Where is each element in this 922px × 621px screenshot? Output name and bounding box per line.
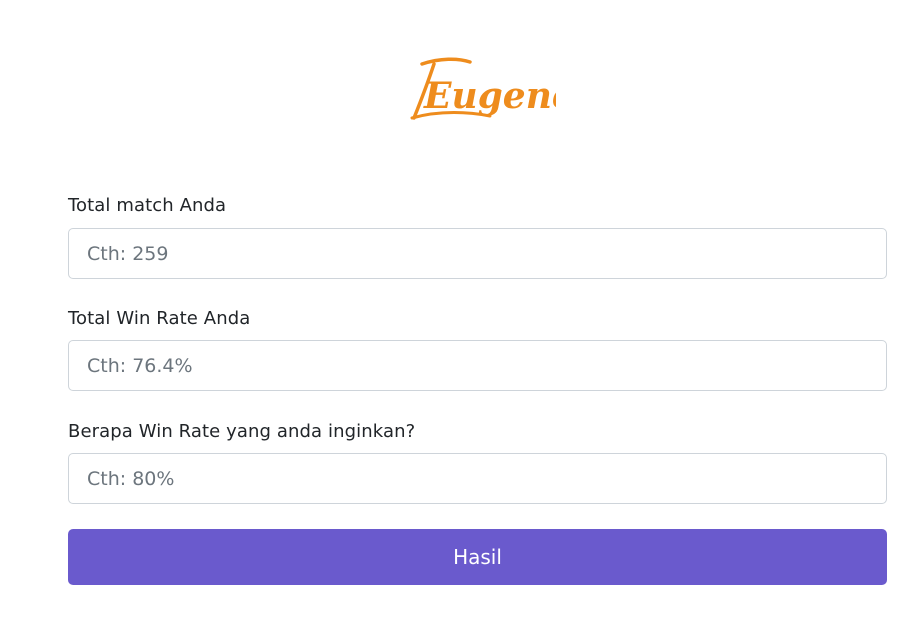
total-match-input[interactable] xyxy=(68,228,887,279)
target-win-rate-input[interactable] xyxy=(68,453,887,504)
result-button[interactable]: Hasil xyxy=(68,529,887,585)
total-win-rate-input[interactable] xyxy=(68,340,887,391)
target-win-rate-label: Berapa Win Rate yang anda inginkan? xyxy=(68,421,416,442)
total-win-rate-label: Total Win Rate Anda xyxy=(68,308,251,329)
total-match-label: Total match Anda xyxy=(68,195,227,216)
brand-logo-text: Eugene xyxy=(423,75,556,117)
brand-logo: Eugene xyxy=(400,52,556,128)
brand-logo-graphic: Eugene xyxy=(410,57,556,120)
page: Eugene Total match Anda Total Win Rate A… xyxy=(0,0,922,621)
